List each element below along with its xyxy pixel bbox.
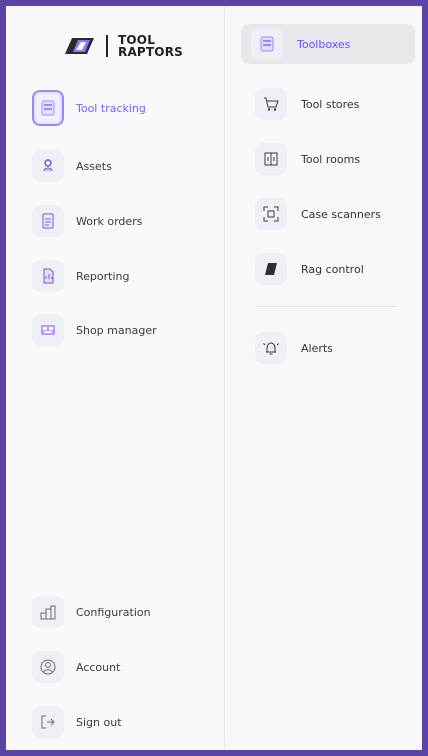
scanner-icon [255, 198, 287, 230]
nav-item-reporting[interactable]: Reporting [32, 256, 212, 296]
secondary-sidebar: Toolboxes Tool stores Tool rooms Case sc… [225, 6, 422, 750]
subnav-item-tool-stores[interactable]: Tool stores [245, 84, 417, 124]
nav-item-shop-manager[interactable]: Shop manager [32, 310, 212, 350]
nav-label-sign-out: Sign out [76, 715, 122, 729]
nav-label-configuration: Configuration [76, 605, 151, 619]
nav-item-configuration[interactable]: Configuration [32, 592, 212, 632]
nav-label-work-orders: Work orders [76, 214, 143, 228]
brand-wordmark: TOOL RAPTORS [118, 34, 183, 58]
brand-line-2: RAPTORS [118, 45, 183, 59]
assets-icon [32, 150, 64, 182]
rag-icon [255, 253, 287, 285]
nav-item-sign-out[interactable]: Sign out [32, 702, 212, 742]
reporting-icon [32, 260, 64, 292]
toolbox-icon [251, 28, 283, 60]
subnav-item-rag-control[interactable]: Rag control [245, 249, 417, 289]
subnav-label-toolboxes: Toolboxes [297, 37, 351, 51]
subnav-label-case-scanners: Case scanners [301, 207, 381, 221]
nav-label-account: Account [76, 660, 121, 674]
configuration-icon [32, 596, 64, 628]
primary-sidebar: TOOL RAPTORS Tool tracking Assets Work o… [6, 6, 225, 750]
subnav-item-case-scanners[interactable]: Case scanners [245, 194, 417, 234]
subnav-label-tool-stores: Tool stores [301, 97, 360, 111]
subnav-item-alerts[interactable]: Alerts [245, 328, 417, 368]
subnav-label-alerts: Alerts [301, 341, 333, 355]
nav-item-assets[interactable]: Assets [32, 146, 212, 186]
cart-icon [255, 88, 287, 120]
logo-separator [106, 35, 108, 57]
nav-label-assets: Assets [76, 159, 112, 173]
nav-label-tool-tracking: Tool tracking [76, 101, 146, 115]
bell-icon [255, 332, 287, 364]
app-frame: TOOL RAPTORS Tool tracking Assets Work o… [6, 6, 422, 750]
raptor-logo-icon [62, 36, 96, 56]
nav-item-account[interactable]: Account [32, 647, 212, 687]
nav-label-reporting: Reporting [76, 269, 130, 283]
sign-out-icon [32, 706, 64, 738]
account-icon [32, 651, 64, 683]
shop-manager-icon [32, 314, 64, 346]
subnav-label-rag-control: Rag control [301, 262, 364, 276]
nav-label-shop-manager: Shop manager [76, 323, 157, 337]
work-orders-icon [32, 205, 64, 237]
tool-tracking-icon [32, 90, 64, 126]
brand-logo[interactable]: TOOL RAPTORS [62, 34, 183, 58]
nav-item-tool-tracking[interactable]: Tool tracking [32, 88, 212, 128]
tool-room-icon [255, 143, 287, 175]
nav-item-work-orders[interactable]: Work orders [32, 201, 212, 241]
subnav-label-tool-rooms: Tool rooms [301, 152, 361, 166]
subnav-item-toolboxes[interactable]: Toolboxes [241, 24, 415, 64]
subnav-divider [255, 306, 398, 307]
subnav-item-tool-rooms[interactable]: Tool rooms [245, 139, 417, 179]
